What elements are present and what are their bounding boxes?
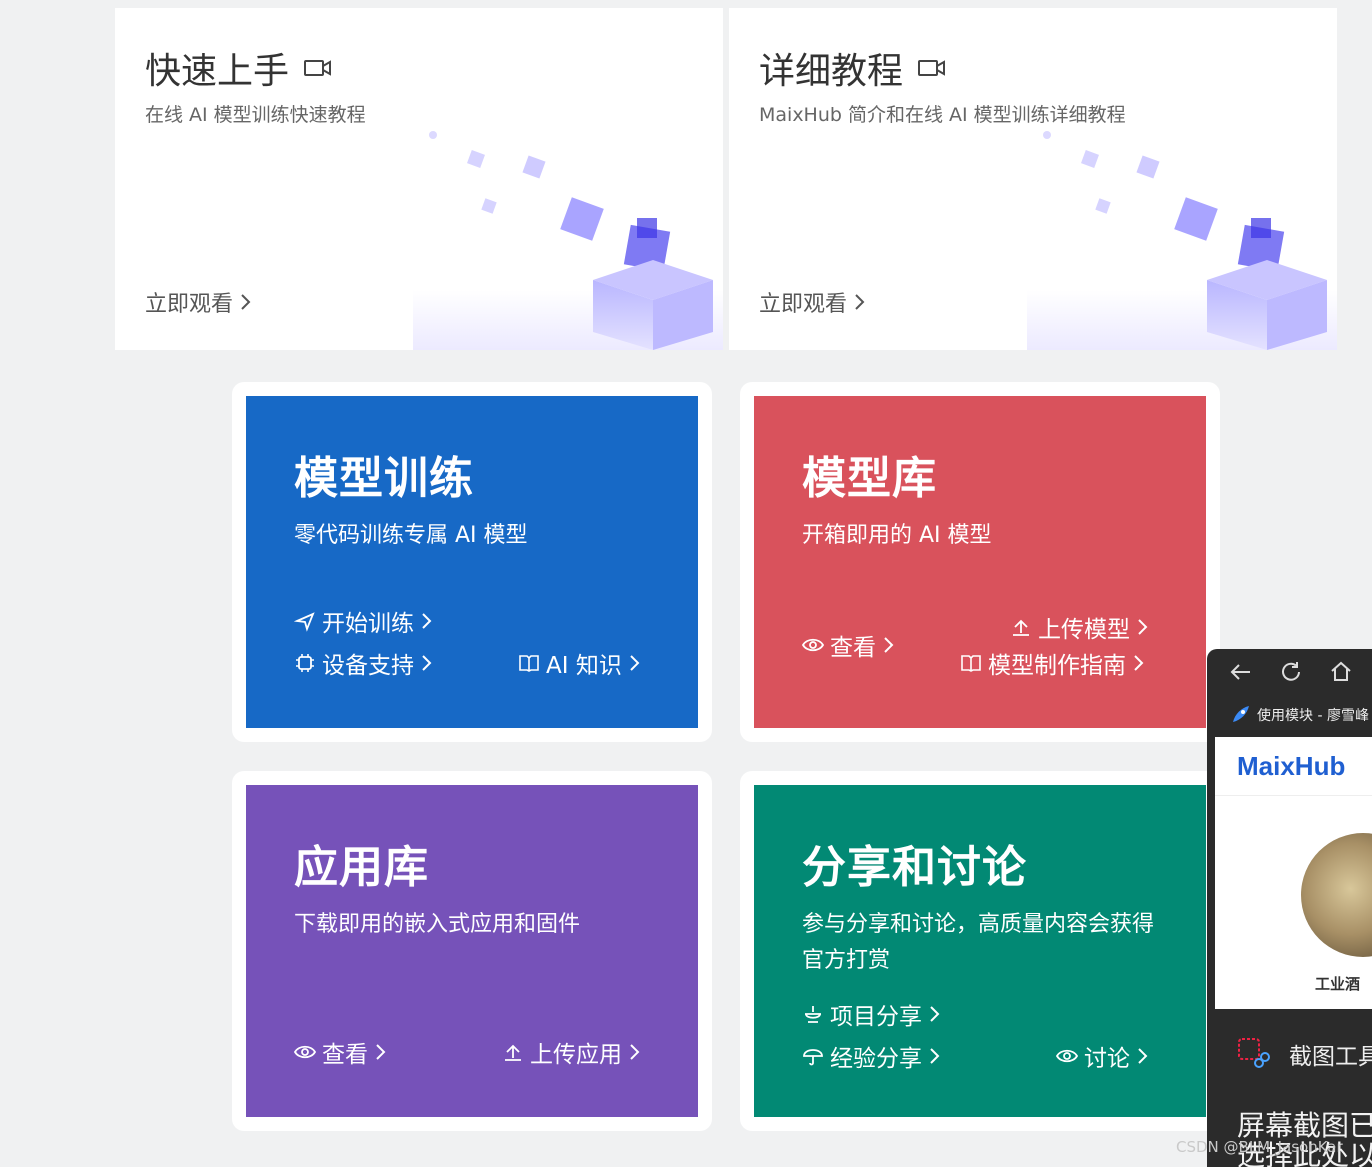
home-icon[interactable] — [1329, 660, 1353, 684]
upload-app-label: 上传应用 — [530, 1042, 622, 1068]
experience-share-label: 经验分享 — [830, 1046, 922, 1072]
detailed-tutorial-card[interactable]: 详细教程 MaixHub 简介和在线 AI 模型训练详细教程 立即观看 — [729, 8, 1337, 350]
discuss-label: 讨论 — [1084, 1046, 1130, 1072]
chevron-right-icon — [1138, 619, 1148, 635]
chevron-right-icon — [376, 1044, 386, 1060]
tile-subtitle: 参与分享和讨论，高质量内容会获得官方打赏 — [802, 912, 1155, 973]
browser-page-preview: MaixHub 工业酒 — [1215, 737, 1372, 1009]
upload-icon — [505, 1044, 521, 1061]
view-apps-link[interactable]: 查看 — [294, 1035, 386, 1069]
detailed-tutorial-watch-link[interactable]: 立即观看 — [759, 286, 865, 318]
maixhub-logo: MaixHub — [1237, 751, 1346, 781]
discuss-link[interactable]: 讨论 — [1056, 1039, 1148, 1073]
chevron-right-icon — [422, 655, 432, 671]
browser-tab-title: 使用模块 - 廖雪峰 — [1257, 708, 1369, 724]
model-training-tile-frame: 模型训练 零代码训练专属 AI 模型 开始训练 设备支持 AI 知识 — [232, 382, 712, 742]
tile-subtitle: 零代码训练专属 AI 模型 — [294, 523, 528, 548]
device-support-link[interactable]: 设备支持 — [294, 646, 432, 680]
send-icon — [294, 612, 315, 632]
chevron-right-icon — [930, 1048, 940, 1064]
project-share-link[interactable]: 项目分享 — [802, 997, 940, 1031]
upload-model-label: 上传模型 — [1038, 617, 1130, 643]
chip-icon — [296, 654, 314, 672]
chevron-right-icon — [855, 294, 865, 310]
quick-start-title: 快速上手 — [145, 51, 290, 92]
gift-box-illustration — [1027, 131, 1337, 350]
gift-box-illustration — [413, 131, 723, 350]
view-label: 查看 — [830, 635, 876, 661]
share-discuss-tile-frame: 分享和讨论 参与分享和讨论，高质量内容会获得官方打赏 项目分享 经验分享 讨论 — [740, 771, 1220, 1131]
app-library-tile[interactable]: 应用库 下载即用的嵌入式应用和固件 查看 上传应用 — [246, 785, 698, 1117]
tile-title: 应用库 — [294, 842, 429, 893]
ai-knowledge-label: AI 知识 — [546, 653, 622, 679]
view-models-link[interactable]: 查看 — [802, 628, 894, 662]
chevron-right-icon — [630, 655, 640, 671]
video-camera-icon — [918, 60, 946, 76]
tile-title: 模型训练 — [294, 453, 474, 504]
tile-title: 分享和讨论 — [802, 842, 1027, 893]
bowl-icon — [805, 1006, 821, 1023]
chevron-right-icon — [1138, 1048, 1148, 1064]
floating-browser-window: 使用模块 - 廖雪峰 MaixHub 工业酒 截图工具 屏幕截图已 选择此处以 — [1207, 649, 1372, 1167]
upload-model-link[interactable]: 上传模型 — [1010, 610, 1148, 644]
refresh-icon[interactable] — [1279, 660, 1303, 684]
share-discuss-tile[interactable]: 分享和讨论 参与分享和讨论，高质量内容会获得官方打赏 项目分享 经验分享 讨论 — [754, 785, 1206, 1117]
chevron-right-icon — [930, 1006, 940, 1022]
snipping-tool-label: 截图工具 — [1289, 1044, 1372, 1070]
chevron-right-icon — [630, 1044, 640, 1060]
chevron-right-icon — [1134, 655, 1144, 671]
csdn-watermark: CSDN @BLM_JasonKar — [1176, 1138, 1343, 1156]
device-support-label: 设备支持 — [322, 653, 414, 679]
watch-now-label: 立即观看 — [759, 292, 848, 317]
detailed-tutorial-title: 详细教程 — [759, 51, 904, 92]
quick-start-watch-link[interactable]: 立即观看 — [145, 286, 251, 318]
quick-start-subtitle: 在线 AI 模型训练快速教程 — [145, 104, 366, 126]
avatar — [1301, 833, 1372, 957]
eye-icon — [1056, 1049, 1078, 1063]
book-icon — [519, 655, 539, 672]
eye-icon — [294, 1045, 316, 1059]
upload-icon — [1013, 619, 1029, 636]
model-library-tile-frame: 模型库 开箱即用的 AI 模型 查看 上传模型 模型制作指南 — [740, 382, 1220, 742]
model-guide-link[interactable]: 模型制作指南 — [960, 646, 1144, 680]
model-guide-label: 模型制作指南 — [988, 653, 1126, 679]
watch-now-label: 立即观看 — [145, 292, 234, 317]
view-label: 查看 — [322, 1042, 368, 1068]
divider — [1215, 795, 1372, 796]
start-training-link[interactable]: 开始训练 — [294, 604, 432, 638]
experience-share-link[interactable]: 经验分享 — [802, 1039, 940, 1073]
rocket-icon — [1233, 706, 1249, 722]
tile-title: 模型库 — [802, 453, 937, 504]
quick-start-card[interactable]: 快速上手 在线 AI 模型训练快速教程 立即观看 — [115, 8, 723, 350]
project-share-label: 项目分享 — [830, 1004, 922, 1030]
chevron-right-icon — [422, 613, 432, 629]
chevron-right-icon — [884, 637, 894, 653]
snipping-tool-icon — [1238, 1038, 1270, 1068]
umbrella-icon — [803, 1049, 823, 1066]
upload-app-link[interactable]: 上传应用 — [502, 1035, 640, 1069]
browser-nav-bar — [1207, 649, 1372, 695]
chevron-right-icon — [241, 294, 251, 310]
back-arrow-icon[interactable] — [1229, 660, 1253, 684]
tile-subtitle: 开箱即用的 AI 模型 — [802, 523, 992, 548]
browser-tab[interactable]: 使用模块 - 廖雪峰 — [1207, 695, 1372, 735]
user-name: 工业酒 — [1315, 975, 1361, 993]
model-library-tile[interactable]: 模型库 开箱即用的 AI 模型 查看 上传模型 模型制作指南 — [754, 396, 1206, 728]
book-icon — [961, 655, 981, 672]
app-library-tile-frame: 应用库 下载即用的嵌入式应用和固件 查看 上传应用 — [232, 771, 712, 1131]
eye-icon — [802, 638, 824, 652]
tile-subtitle: 下载即用的嵌入式应用和固件 — [294, 912, 581, 937]
start-training-label: 开始训练 — [322, 611, 414, 637]
notification-line-1: 屏幕截图已 — [1237, 1109, 1372, 1142]
video-camera-icon — [304, 60, 332, 76]
ai-knowledge-link[interactable]: AI 知识 — [518, 646, 640, 680]
snipping-tool-item[interactable]: 截图工具 — [1237, 1037, 1372, 1071]
model-training-tile[interactable]: 模型训练 零代码训练专属 AI 模型 开始训练 设备支持 AI 知识 — [246, 396, 698, 728]
